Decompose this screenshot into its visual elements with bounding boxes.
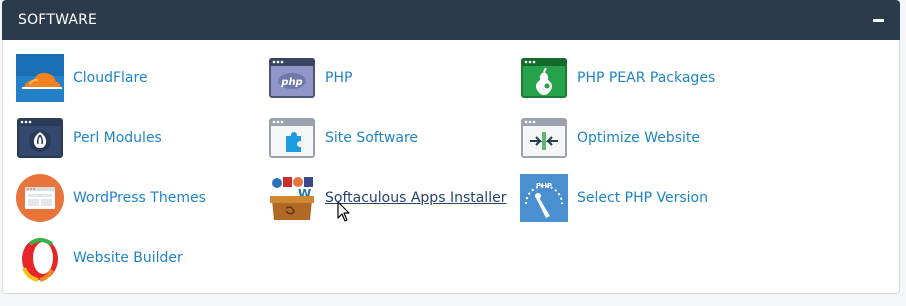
panel-header[interactable]: SOFTWARE (2, 0, 900, 40)
compress-arrows-icon (521, 118, 567, 158)
panel-title: SOFTWARE (18, 12, 98, 28)
site-software-link[interactable]: Site Software (268, 114, 418, 162)
perl-modules-link[interactable]: Perl Modules (16, 114, 162, 162)
cloudflare-link[interactable]: CloudFlare (16, 54, 148, 102)
wordpress-themes-link[interactable]: WordPress Themes (16, 174, 206, 222)
item-label: Website Builder (73, 250, 183, 266)
speedometer-icon: PHP (520, 174, 568, 222)
item-label: Site Software (325, 130, 419, 146)
item-label: WordPress Themes (73, 190, 206, 206)
collapse-button[interactable] (872, 14, 884, 26)
item-label: PHP (325, 70, 353, 86)
item-label: PHP PEAR Packages (577, 70, 716, 86)
item-label: Perl Modules (73, 130, 162, 146)
pear-icon (521, 58, 567, 98)
php-link[interactable]: php PHP (268, 54, 352, 102)
software-panel: SOFTWARE CloudFlare php PHP PHP PEAR Pac… (2, 0, 900, 294)
window-layout-icon (16, 174, 64, 222)
perl-onion-icon (17, 118, 63, 158)
php-pear-packages-link[interactable]: PHP PEAR Packages (520, 54, 715, 102)
select-php-version-link[interactable]: PHP Select PHP Version (520, 174, 708, 222)
item-label: Optimize Website (577, 130, 701, 146)
php-icon: php (269, 58, 315, 98)
software-grid: CloudFlare php PHP PHP PEAR Packages Per… (16, 54, 876, 294)
cloudflare-icon (16, 54, 64, 102)
svg-text:php: php (280, 77, 302, 88)
item-label: Softaculous Apps Installer (325, 190, 507, 206)
builder-logo-icon (22, 238, 58, 282)
softaculous-apps-installer-link[interactable]: W Softaculous Apps Installer (268, 174, 506, 222)
website-builder-link[interactable]: Website Builder (16, 234, 183, 282)
item-label: CloudFlare (73, 70, 148, 86)
puzzle-piece-icon (269, 118, 315, 158)
svg-text:PHP: PHP (536, 182, 552, 190)
optimize-website-link[interactable]: Optimize Website (520, 114, 700, 162)
toolbox-icon: W (270, 177, 314, 220)
item-label: Select PHP Version (577, 190, 708, 206)
minus-icon (872, 18, 884, 22)
